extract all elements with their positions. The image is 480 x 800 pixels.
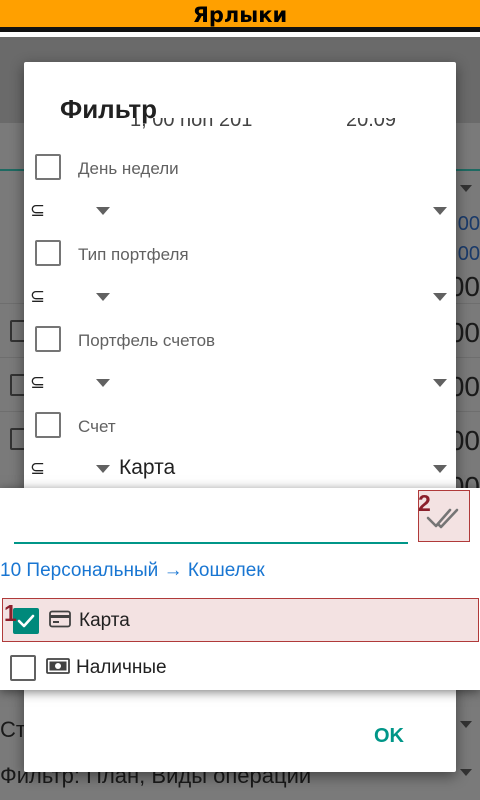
chevron-down-icon	[460, 185, 472, 192]
filter-row-portfolio-type: Тип портфеля ⊆	[24, 238, 456, 324]
background-value: 00	[457, 243, 480, 265]
option-label: Карта	[79, 610, 130, 631]
value-dropdown-icon[interactable]	[433, 465, 447, 473]
filter-label: Портфель счетов	[78, 331, 216, 350]
chevron-down-icon	[460, 769, 472, 776]
annotation-marker: 1	[4, 600, 17, 626]
operator-selector[interactable]: ⊆	[30, 286, 45, 307]
operator-dropdown-icon[interactable]	[96, 293, 110, 301]
check-icon	[17, 614, 35, 628]
app-title: Ярлыки	[192, 3, 288, 27]
day-of-week-checkbox[interactable]	[35, 154, 61, 180]
account-selected-value[interactable]: Карта	[119, 456, 175, 480]
value-dropdown-icon[interactable]	[433, 379, 447, 387]
operator-dropdown-icon[interactable]	[96, 465, 110, 473]
filter-row-account-portfolio: Портфель счетов ⊆	[24, 324, 456, 410]
operator-selector[interactable]: ⊆	[30, 458, 45, 479]
option-card[interactable]: Карта	[2, 598, 479, 642]
filter-row-account: Счет ⊆ Карта	[24, 410, 456, 496]
credit-card-icon	[49, 610, 71, 628]
clipped-text: 1, 00 non 201	[130, 118, 253, 131]
filter-label: Тип портфеля	[78, 245, 189, 264]
operator-selector[interactable]: ⊆	[30, 200, 45, 221]
account-checkbox[interactable]	[35, 412, 61, 438]
account-portfolio-checkbox[interactable]	[35, 326, 61, 352]
filter-row-day-of-week: День недели ⊆	[24, 152, 456, 238]
account-dropdown-popup: 2 10 Персональный → Кошелек Карта 1 Нали…	[0, 488, 480, 690]
background-value: 00	[457, 213, 480, 235]
cash-icon	[46, 658, 70, 674]
option-checkbox[interactable]	[10, 655, 36, 681]
portfolio-type-checkbox[interactable]	[35, 240, 61, 266]
filter-label: Счет	[78, 417, 116, 436]
account-path-link[interactable]: 10 Персональный → Кошелек	[0, 560, 265, 582]
operator-dropdown-icon[interactable]	[96, 379, 110, 387]
option-label: Наличные	[76, 657, 167, 678]
value-dropdown-icon[interactable]	[433, 207, 447, 215]
clipped-text: 20.09	[346, 118, 397, 131]
app-title-bar: Ярлыки	[0, 0, 480, 32]
ok-button[interactable]: OK	[374, 725, 404, 748]
value-dropdown-icon[interactable]	[433, 293, 447, 301]
clipped-previous-row: 1, 00 non 201 20.09	[30, 118, 450, 132]
background-row-label: Ст	[0, 717, 26, 742]
operator-dropdown-icon[interactable]	[96, 207, 110, 215]
search-input[interactable]	[14, 508, 408, 544]
chevron-down-icon	[460, 721, 472, 728]
option-cash[interactable]: Наличные	[0, 646, 480, 690]
operator-selector[interactable]: ⊆	[30, 372, 45, 393]
annotation-marker: 2	[418, 490, 431, 516]
filter-label: День недели	[78, 159, 179, 178]
